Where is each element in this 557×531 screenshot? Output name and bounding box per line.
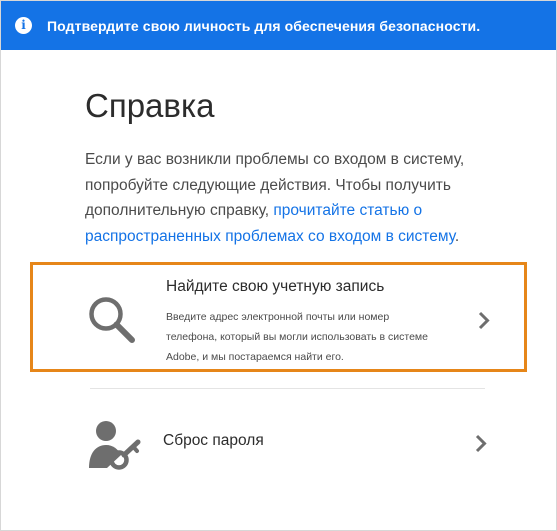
help-description-end: . [454, 227, 460, 245]
chevron-right-icon [478, 311, 490, 330]
user-key-icon [89, 421, 141, 470]
options-divider [90, 388, 485, 389]
page-title: Справка [85, 87, 215, 124]
find-account-option[interactable]: Найдите свою учетную запись Введите адре… [30, 262, 527, 372]
reset-password-title: Сброс пароля [163, 432, 264, 449]
banner-text: Подтвердите свою личность для обеспечени… [47, 17, 481, 34]
help-description: Если у вас возникли проблемы со входом в… [85, 147, 505, 249]
reset-password-option[interactable]: Сброс пароля [30, 390, 527, 500]
chevron-right-icon [475, 434, 487, 453]
find-account-description: Введите адрес электронной почты или номе… [166, 311, 428, 363]
info-icon: i [15, 17, 32, 34]
help-panel: i Подтвердите свою личность для обеспече… [0, 0, 557, 531]
verify-identity-banner: i Подтвердите свою личность для обеспече… [1, 1, 556, 50]
search-icon [89, 297, 135, 343]
find-account-title: Найдите свою учетную запись [166, 278, 385, 295]
